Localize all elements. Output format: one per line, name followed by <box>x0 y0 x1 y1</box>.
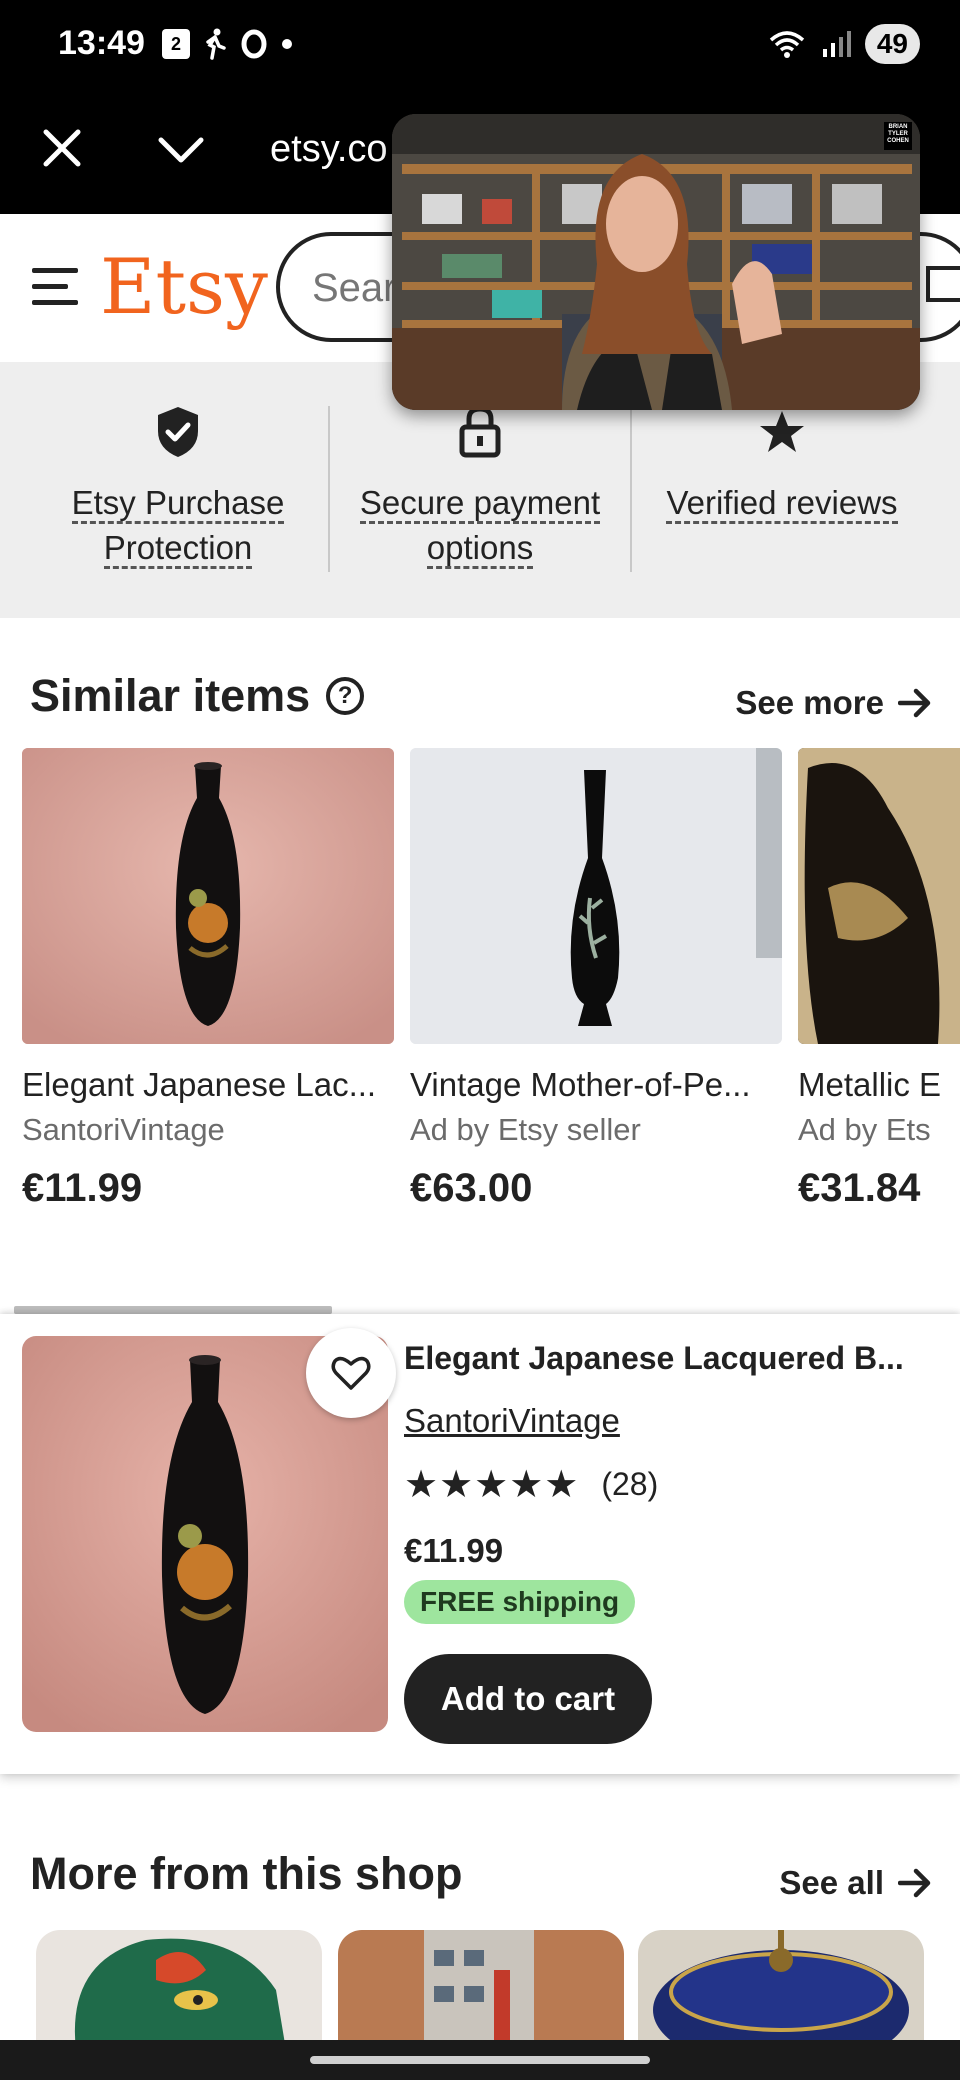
battery-indicator: 49 <box>864 24 920 64</box>
item-seller: Ad by Etsy seller <box>410 1112 641 1147</box>
status-bar: 13:49 2 49 <box>0 0 960 96</box>
see-more-label: See more <box>735 684 884 721</box>
listing-price: €11.99 <box>404 1532 504 1569</box>
item-price: €11.99 <box>22 1166 143 1210</box>
product-image[interactable] <box>410 748 782 1044</box>
picture-in-picture-video[interactable]: BRIAN TYLER COHEN <box>392 114 920 410</box>
product-image[interactable] <box>798 748 960 1044</box>
trust-label: Secure payment options <box>359 484 601 569</box>
item-title[interactable]: Elegant Japanese Lac... <box>22 1066 402 1104</box>
free-shipping-badge: FREE shipping <box>404 1580 636 1624</box>
status-system-icons: 49 <box>767 24 920 64</box>
signal-icon <box>822 31 851 57</box>
see-all-label: See all <box>779 1864 884 1901</box>
shield-check-icon <box>158 407 198 457</box>
listing-title: Elegant Japanese Lacquered B... <box>404 1340 904 1376</box>
item-title[interactable]: Vintage Mother-of-Pe... <box>410 1066 790 1104</box>
similar-items-heading: Similar items ? <box>30 670 365 722</box>
listing-rating[interactable]: ★★★★★ (28) <box>404 1462 658 1507</box>
shop-item-thumbnail[interactable] <box>338 1930 624 2050</box>
trust-verified-reviews[interactable]: Verified reviews <box>632 402 932 525</box>
arrow-right-icon <box>898 1868 931 1898</box>
status-notification-icons: 2 <box>162 28 294 60</box>
star-icon <box>760 411 804 452</box>
arrow-right-icon <box>898 688 931 718</box>
similar-items-title: Similar items <box>30 670 311 721</box>
channel-watermark-logo: BRIAN TYLER COHEN <box>884 122 912 150</box>
cart-icon[interactable] <box>926 266 960 302</box>
item-seller: Ad by Ets <box>798 1112 931 1147</box>
similar-item-card[interactable]: Metallic E Ad by Ets €31.84 <box>798 748 960 1211</box>
add-to-cart-button[interactable]: Add to cart <box>404 1654 652 1744</box>
see-more-link[interactable]: See more <box>735 684 932 722</box>
listing-shop-link[interactable]: SantoriVintage <box>404 1402 620 1440</box>
item-seller: SantoriVintage <box>22 1112 225 1147</box>
similar-item-card[interactable]: Vintage Mother-of-Pe... Ad by Etsy selle… <box>410 748 782 1211</box>
trust-purchase-protection[interactable]: Etsy Purchase Protection <box>28 402 328 570</box>
product-image[interactable] <box>22 748 394 1044</box>
rating-stars: ★★★★★ <box>404 1464 580 1506</box>
listing-summary-panel: Elegant Japanese Lacquered B... SantoriV… <box>0 1314 960 1774</box>
trust-secure-payment[interactable]: Secure payment options <box>330 402 630 570</box>
see-all-link[interactable]: See all <box>779 1864 932 1902</box>
system-nav-bar <box>0 2040 960 2080</box>
item-price: €31.84 <box>798 1166 921 1210</box>
o-app-icon <box>241 29 267 59</box>
search-placeholder: Sear <box>312 266 397 310</box>
favorite-button[interactable] <box>306 1328 396 1418</box>
menu-icon[interactable] <box>32 268 78 316</box>
chevron-down-icon[interactable] <box>155 130 207 170</box>
url-text[interactable]: etsy.co <box>270 128 388 171</box>
more-from-shop-title: More from this shop <box>30 1848 463 1899</box>
home-gesture-handle[interactable] <box>310 2056 650 2064</box>
etsy-logo[interactable]: Etsy <box>100 242 268 331</box>
shop-item-thumbnail[interactable] <box>36 1930 322 2050</box>
help-icon[interactable]: ? <box>326 677 365 715</box>
item-price: €63.00 <box>410 1166 533 1210</box>
wifi-icon <box>769 31 804 58</box>
main-content: Similar items ? See more Elegant Japanes… <box>0 618 960 2050</box>
walking-icon <box>206 28 226 60</box>
status-time: 13:49 <box>58 24 145 62</box>
similar-item-card[interactable]: Elegant Japanese Lac... SantoriVintage €… <box>22 748 394 1211</box>
trust-label: Etsy Purchase Protection <box>71 484 285 569</box>
trust-label: Verified reviews <box>666 484 898 524</box>
close-icon[interactable] <box>40 126 84 170</box>
item-title[interactable]: Metallic E <box>798 1066 960 1104</box>
shop-item-thumbnail[interactable] <box>638 1930 924 2050</box>
dot-icon <box>282 39 292 49</box>
heart-icon <box>331 1356 371 1390</box>
calendar-icon: 2 <box>162 29 190 59</box>
lock-icon <box>459 406 501 458</box>
review-count: (28) <box>601 1466 659 1502</box>
carousel-scroll-indicator <box>14 1306 332 1314</box>
